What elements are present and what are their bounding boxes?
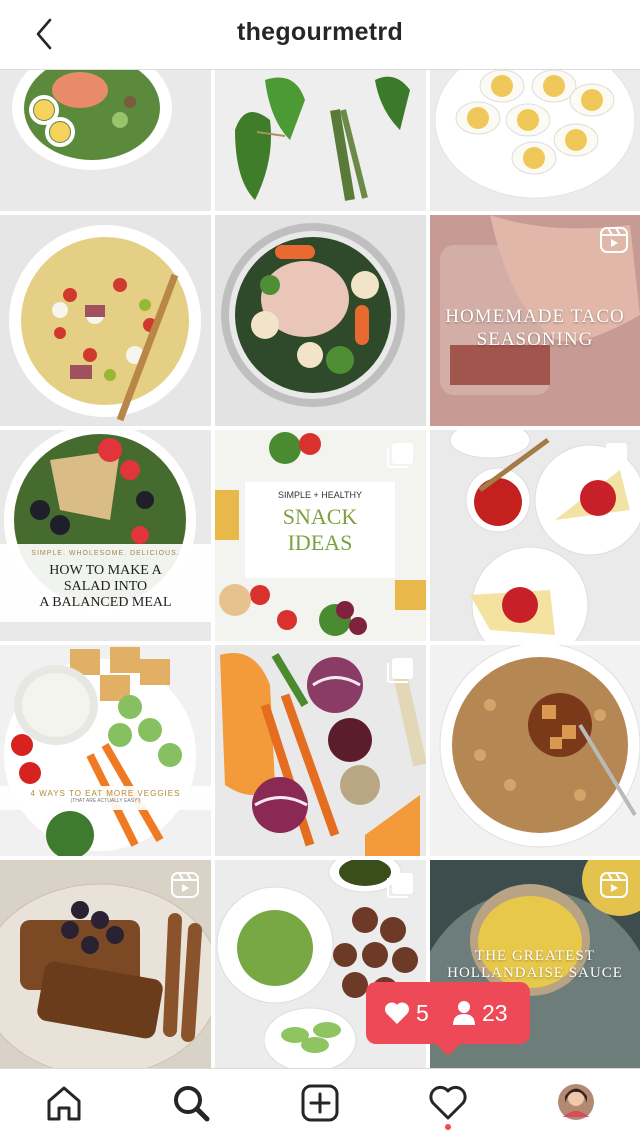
post-tile-13[interactable] <box>0 860 211 1068</box>
post-card: SIMPLE. WHOLESOME. DELICIOUS. HOW TO MAK… <box>0 544 211 622</box>
post-overlay-title: HOMEMADE TACO SEASONING <box>430 305 640 351</box>
overlay-line: HOLLANDAISE SAUCE <box>447 965 623 981</box>
post-image <box>235 76 410 201</box>
carousel-icon <box>387 873 413 898</box>
post-card: SIMPLE + HEALTHY SNACK IDEAS <box>245 482 395 578</box>
carousel-icon <box>387 443 413 468</box>
post-image <box>221 223 405 407</box>
post-tile-6[interactable]: HOMEMADE TACO SEASONING <box>430 215 640 426</box>
card-line: A BALANCED MEAL <box>39 595 172 610</box>
profile-username: thegourmetrd <box>236 18 404 46</box>
post-tile-2[interactable] <box>215 70 426 211</box>
reel-icon <box>600 872 628 898</box>
card-subline: (THAT ARE ACTUALLY EASY!) <box>70 798 141 804</box>
card-kicker: SIMPLE. WHOLESOME. DELICIOUS. <box>31 550 180 557</box>
post-tile-11[interactable] <box>215 645 426 856</box>
person-icon <box>453 1001 475 1025</box>
post-tile-7[interactable]: SIMPLE. WHOLESOME. DELICIOUS. HOW TO MAK… <box>0 430 211 641</box>
follows-count: 23 <box>482 1000 508 1026</box>
profile-avatar[interactable] <box>557 1083 595 1121</box>
overlay-line: HOMEMADE TACO <box>445 306 625 327</box>
overlay-line: THE GREATEST <box>475 948 595 964</box>
post-tile-3[interactable] <box>430 70 640 211</box>
post-tile-8[interactable]: SIMPLE + HEALTHY SNACK IDEAS <box>215 430 426 641</box>
likes-count: 5 <box>416 1000 429 1026</box>
notification-dot <box>445 1124 451 1130</box>
card-line: SALAD INTO <box>63 579 148 594</box>
post-tile-4[interactable] <box>0 215 211 426</box>
carousel-icon <box>601 443 627 468</box>
top-bar: thegourmetrd <box>0 0 640 70</box>
post-image <box>12 70 172 170</box>
reel-icon <box>171 872 199 898</box>
heart-icon[interactable] <box>428 1083 468 1123</box>
card-line: SNACK <box>282 504 358 529</box>
card-kicker: SIMPLE + HEALTHY <box>277 490 363 500</box>
reel-icon <box>600 227 628 253</box>
new-post-icon[interactable] <box>300 1083 340 1123</box>
post-overlay-title: THE GREATEST HOLLANDAISE SAUCE <box>430 948 640 982</box>
card-line: IDEAS <box>287 530 353 555</box>
post-tile-1[interactable] <box>0 70 211 211</box>
home-icon[interactable] <box>44 1083 84 1123</box>
card-line: 4 WAYS TO EAT MORE VEGGIES <box>30 789 181 798</box>
overlay-line: SEASONING <box>476 329 594 350</box>
post-image <box>439 645 640 848</box>
post-tile-9[interactable] <box>430 430 640 641</box>
heart-filled-icon <box>384 1002 410 1024</box>
carousel-icon <box>387 658 413 683</box>
card-line: HOW TO MAKE A <box>49 563 162 578</box>
post-tile-12[interactable] <box>430 645 640 856</box>
post-image <box>4 647 196 856</box>
post-image <box>434 70 636 199</box>
post-tile-10[interactable]: 4 WAYS TO EAT MORE VEGGIES (THAT ARE ACT… <box>0 645 211 856</box>
activity-notification-bubble[interactable]: 5 23 <box>366 982 530 1056</box>
post-card: 4 WAYS TO EAT MORE VEGGIES (THAT ARE ACT… <box>0 786 211 810</box>
bottom-nav <box>0 1068 640 1138</box>
search-icon[interactable] <box>171 1083 211 1123</box>
post-tile-5[interactable] <box>215 215 426 426</box>
post-image <box>9 225 201 422</box>
